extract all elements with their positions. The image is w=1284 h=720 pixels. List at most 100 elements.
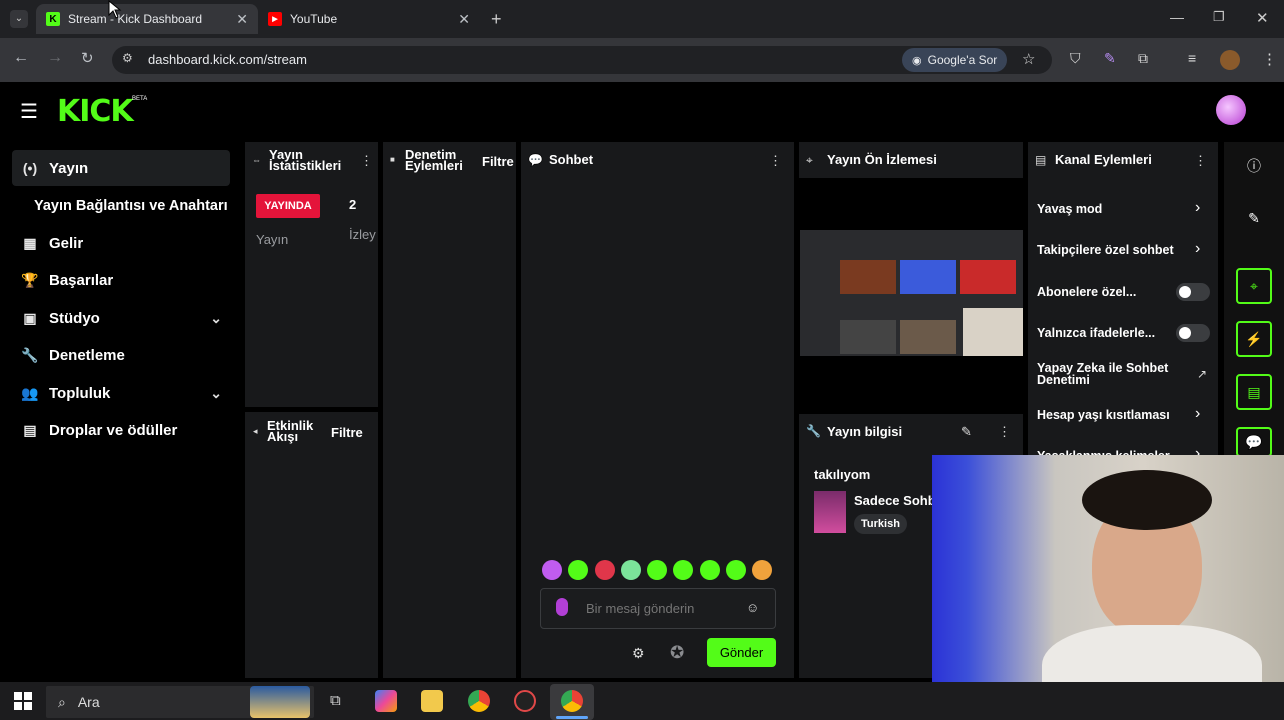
search-highlight-image[interactable] [250, 686, 310, 718]
emote-icon[interactable] [752, 560, 772, 580]
chevron-right-icon[interactable]: › [1195, 405, 1200, 423]
windows-start-icon[interactable] [14, 692, 32, 710]
maximize-icon[interactable]: ❐ [1213, 9, 1225, 25]
new-tab-icon[interactable]: + [491, 9, 502, 30]
kick-logo[interactable]: KICK [57, 94, 134, 129]
edit-icon[interactable]: ✎ [1236, 200, 1272, 236]
active-indicator [556, 716, 588, 719]
close-tab-icon[interactable]: ✕ [236, 11, 248, 28]
chevron-right-icon[interactable]: › [1195, 199, 1200, 217]
chat-toggle-icon[interactable]: 💬 [1236, 427, 1272, 457]
minimize-icon[interactable]: — [1170, 9, 1184, 25]
emote-icon[interactable] [673, 560, 693, 580]
activity-feed-panel [245, 412, 378, 678]
label-line: Denetimi [1037, 373, 1090, 387]
edit-pencil-icon[interactable]: ✎ [961, 424, 972, 440]
viewer-count: 2 [349, 197, 357, 212]
rewards-icon[interactable]: ✪ [670, 643, 684, 663]
close-tab-icon[interactable]: ✕ [458, 11, 470, 28]
emote-icon[interactable] [700, 560, 720, 580]
sidebar-item-yayin[interactable]: (•) Yayın [12, 150, 230, 186]
media-controls-icon[interactable]: ≡ [1188, 50, 1196, 66]
emote-icon[interactable] [621, 560, 641, 580]
moderation-filter-button[interactable]: Filtre [482, 154, 514, 169]
chrome-icon[interactable] [468, 690, 490, 712]
panel-menu-icon[interactable]: ⋮ [769, 153, 782, 169]
emote-icon[interactable] [726, 560, 746, 580]
tab-list-button[interactable]: ⌄ [10, 10, 28, 28]
file-explorer-icon[interactable] [421, 690, 443, 712]
notes-icon[interactable]: ▤ [1236, 374, 1272, 410]
chat-input-field[interactable] [586, 599, 736, 617]
ai-moderation-label[interactable]: Yapay Zeka ile Sohbet Denetimi [1037, 362, 1168, 387]
google-lens-button[interactable]: ◉ Google'a Sor [902, 48, 1008, 72]
stats-panel-title: Yayın İstatistikleri [269, 148, 341, 172]
chrome-profile-icon[interactable] [561, 690, 583, 712]
reload-icon[interactable]: ↻ [81, 49, 94, 67]
activity-filter-button[interactable]: Filtre [331, 425, 363, 440]
info-icon[interactable]: ⓘ [1236, 148, 1272, 184]
tab-youtube[interactable]: ▶ YouTube ✕ [258, 4, 480, 34]
followers-only-label[interactable]: Takipçilere özel sohbet [1037, 243, 1174, 257]
extensions-icon[interactable]: ⧉ [1138, 50, 1148, 67]
close-window-icon[interactable]: ✕ [1256, 9, 1269, 27]
slow-mode-label[interactable]: Yavaş mod [1037, 202, 1102, 216]
drag-handle-icon[interactable]: ◂ [253, 426, 258, 437]
beta-label: BETA [132, 96, 148, 102]
chevron-down-icon[interactable]: ⌄ [210, 385, 222, 402]
emotes-only-toggle[interactable] [1176, 324, 1210, 342]
profile-avatar-icon[interactable] [1220, 50, 1240, 70]
feather-extension-icon[interactable]: ✎ [1104, 50, 1116, 67]
preview-toggle-icon[interactable]: ⌖ [1236, 268, 1272, 304]
sidebar-item-label: Denetleme [49, 346, 125, 364]
back-icon[interactable]: ← [13, 49, 29, 67]
hamburger-menu-icon[interactable]: ☰ [20, 99, 38, 124]
send-button[interactable]: Gönder [707, 638, 776, 667]
panel-menu-icon[interactable]: ⋮ [998, 424, 1011, 440]
wrench-icon: 🔧 [21, 346, 39, 363]
browser-menu-icon[interactable]: ⋮ [1262, 50, 1277, 68]
sidebar-item-stream-key[interactable]: Yayın Bağlantısı ve Anahtarı [26, 188, 240, 224]
sidebar-item-droplar[interactable]: ▤ Droplar ve ödüller [12, 412, 230, 448]
tab-kick-dashboard[interactable]: K Stream - Kick Dashboard ✕ [36, 4, 258, 34]
emote-icon[interactable] [542, 560, 562, 580]
chat-settings-icon[interactable]: ⚙ [632, 645, 645, 662]
preview-panel-title: Yayın Ön İzlemesi [827, 152, 937, 167]
user-avatar[interactable] [1216, 95, 1246, 125]
panel-menu-icon[interactable]: ⋮ [360, 153, 373, 169]
emote-icon[interactable] [568, 560, 588, 580]
emote-icon[interactable] [595, 560, 615, 580]
sidebar-item-gelir[interactable]: ▦ Gelir [12, 225, 230, 261]
sidebar-item-studyo[interactable]: ▣ Stüdyo ⌄ [12, 300, 230, 336]
bookmark-star-icon[interactable]: ☆ [1022, 50, 1035, 68]
copilot-icon[interactable] [375, 690, 397, 712]
live-status-badge: YAYINDA [256, 194, 320, 218]
microphone-icon[interactable] [556, 598, 568, 616]
forward-icon[interactable]: → [47, 49, 63, 67]
stream-title: takılıyom [814, 467, 871, 482]
drops-icon: ▤ [23, 421, 37, 438]
language-tag: Turkish [854, 514, 907, 534]
sidebar-item-topluluk[interactable]: 👥 Topluluk ⌄ [12, 375, 230, 411]
site-settings-icon[interactable]: ⚙ [122, 51, 133, 65]
chevron-down-icon[interactable]: ⌄ [210, 310, 222, 327]
shield-extension-icon[interactable]: ⛉ [1070, 50, 1081, 67]
url-text[interactable]: dashboard.kick.com/stream [148, 52, 307, 67]
external-link-icon[interactable]: ↗ [1197, 367, 1207, 381]
sidebar-item-basarilar[interactable]: 🏆 Başarılar [12, 262, 230, 298]
emote-icon[interactable] [647, 560, 667, 580]
emoji-picker-icon[interactable]: ☺ [746, 600, 759, 615]
task-view-icon[interactable]: ⧉ [330, 692, 341, 709]
obs-icon[interactable] [514, 690, 536, 712]
sidebar-item-denetleme[interactable]: 🔧 Denetleme [12, 337, 230, 373]
lightning-icon[interactable]: ⚡ [1236, 321, 1272, 357]
panel-menu-icon[interactable]: ⋮ [1194, 153, 1207, 169]
drag-handle-icon[interactable]: ■ [390, 155, 395, 164]
chat-bubble-icon: 💬 [528, 153, 543, 167]
drag-handle-icon[interactable]: ⇔ [252, 155, 261, 165]
account-age-label[interactable]: Hesap yaşı kısıtlaması [1037, 408, 1170, 422]
chevron-right-icon[interactable]: › [1195, 240, 1200, 258]
subscribers-only-toggle[interactable] [1176, 283, 1210, 301]
lens-icon: ◉ [912, 54, 922, 67]
stats-panel [245, 142, 378, 407]
